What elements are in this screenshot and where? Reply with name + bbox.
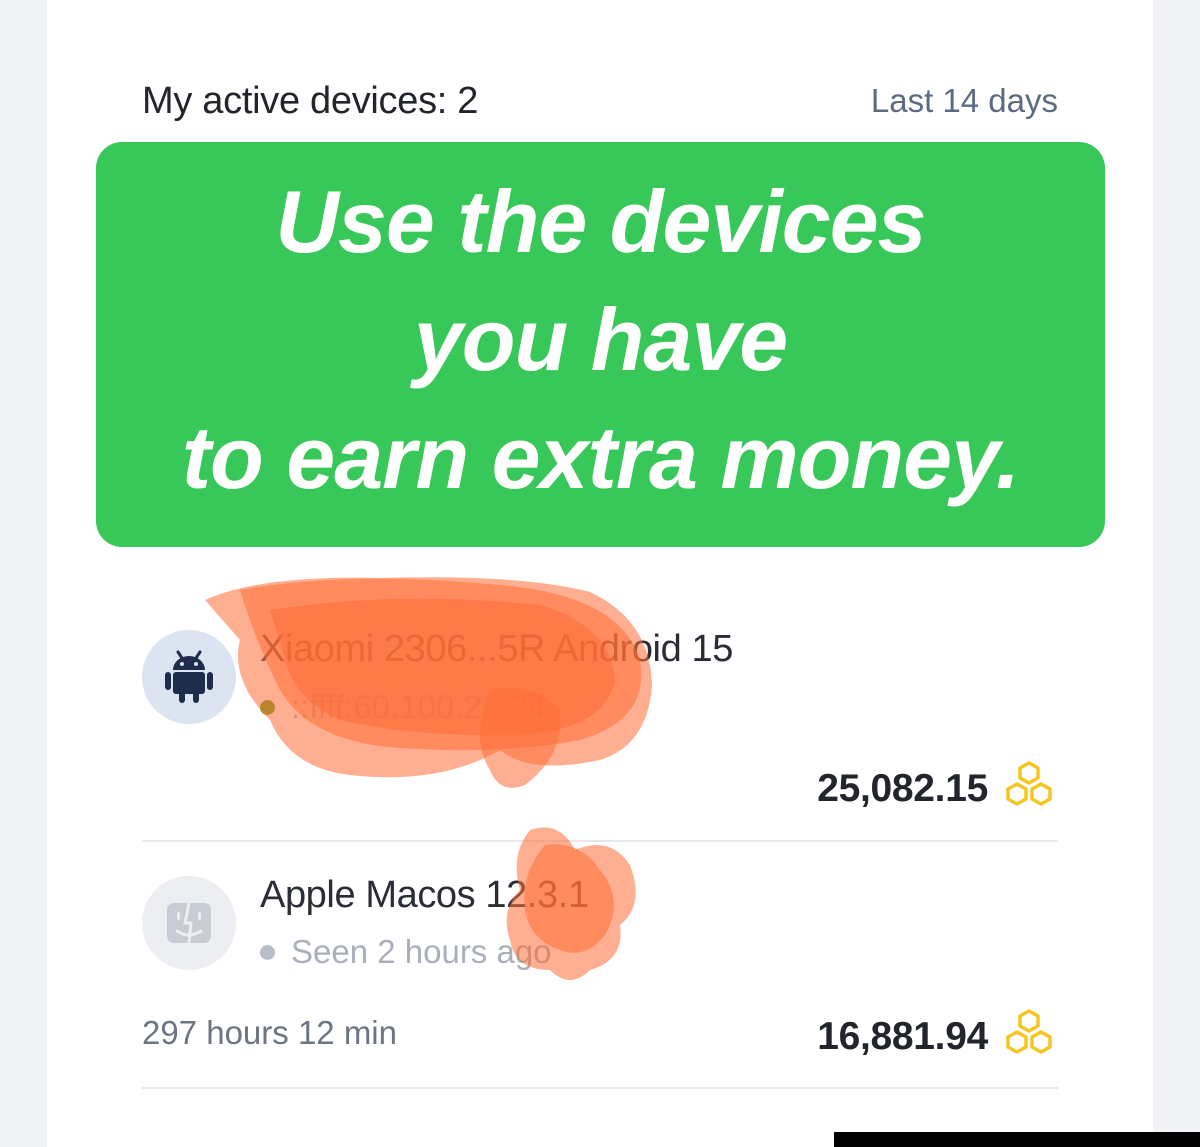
device-row[interactable]: Apple Macos 12.3.1 Seen 2 hours ago 297 … bbox=[142, 842, 1058, 1089]
bottom-bar bbox=[834, 1132, 1200, 1147]
hexagon-coin-icon bbox=[1000, 760, 1058, 817]
row-divider bbox=[142, 1087, 1058, 1089]
banner-line-3: to earn extra money. bbox=[181, 407, 1020, 507]
banner-line-2: you have bbox=[413, 289, 788, 389]
device-uptime: 297 hours 12 min bbox=[142, 1014, 397, 1051]
device-status: Seen 2 hours ago bbox=[260, 933, 552, 971]
date-range-selector[interactable]: Last 14 days bbox=[871, 82, 1058, 120]
device-status: ::ffff:60.100.2...34 bbox=[260, 688, 546, 726]
earnings-amount: 16,881.94 bbox=[817, 1014, 988, 1058]
android-icon bbox=[142, 630, 236, 724]
promo-banner: Use the devices you have to earn extra m… bbox=[96, 142, 1105, 547]
device-ip-address: ::ffff:60.100.2...34 bbox=[291, 688, 547, 725]
hexagon-coin-icon bbox=[1000, 1008, 1058, 1065]
earnings-amount: 25,082.15 bbox=[817, 766, 988, 810]
active-devices-title: My active devices: 2 bbox=[142, 80, 479, 122]
devices-header: My active devices: 2 Last 14 days bbox=[142, 80, 1058, 126]
device-name: Xiaomi 2306...5R Android 15 bbox=[260, 628, 733, 670]
device-earnings: 16,881.94 bbox=[817, 1008, 1058, 1065]
device-name: Apple Macos 12.3.1 bbox=[260, 874, 589, 916]
online-status-dot bbox=[260, 699, 275, 715]
device-row[interactable]: Xiaomi 2306...5R Android 15 ::ffff:60.10… bbox=[142, 600, 1058, 842]
banner-line-1: Use the devices bbox=[275, 171, 926, 271]
offline-status-dot bbox=[260, 944, 275, 960]
last-seen-text: Seen 2 hours ago bbox=[291, 933, 552, 970]
finder-icon bbox=[142, 876, 236, 970]
device-earnings: 25,082.15 bbox=[817, 760, 1058, 817]
